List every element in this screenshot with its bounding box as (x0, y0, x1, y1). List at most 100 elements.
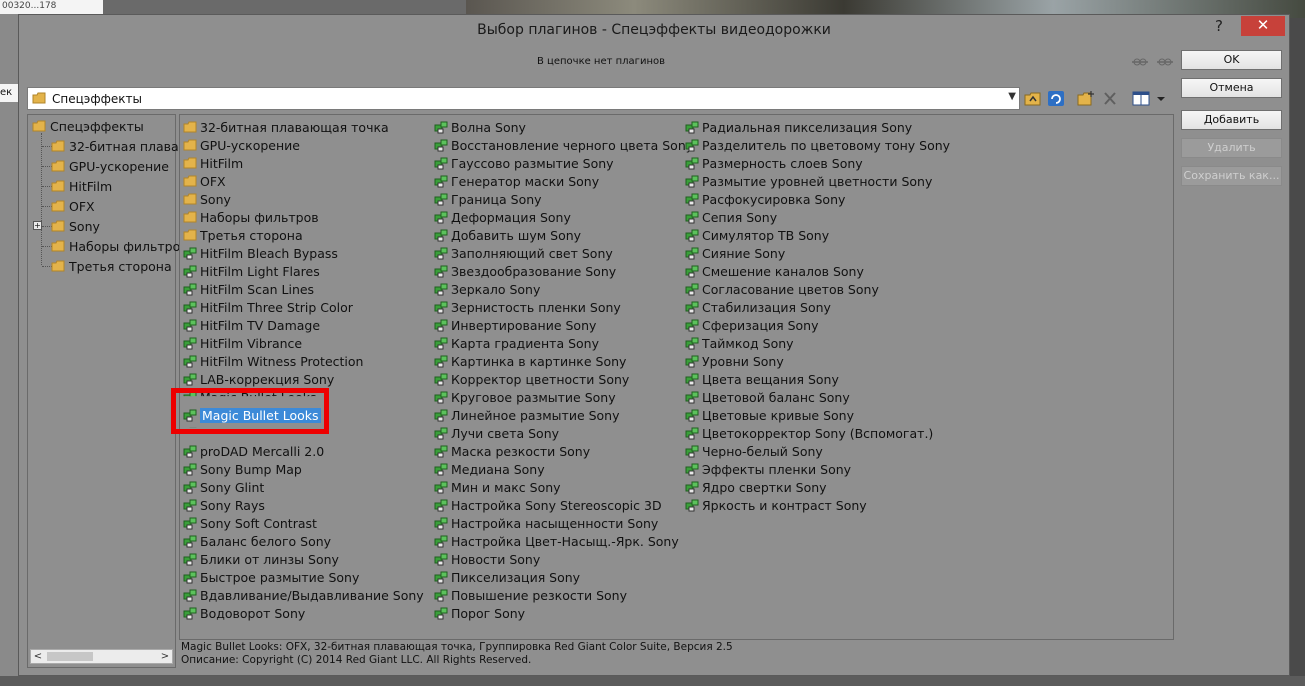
plugin-list-item[interactable]: Зеркало Sony (434, 280, 693, 298)
plugin-list-item[interactable]: Баланс белого Sony (183, 532, 424, 550)
plugin-list-item[interactable]: Размерность слоев Sony (685, 154, 950, 172)
plugin-list-item[interactable]: Повышение резкости Sony (434, 586, 693, 604)
plugin-list-item[interactable]: Размытие уровней цветности Sony (685, 172, 950, 190)
add-button[interactable]: Добавить (1181, 110, 1282, 130)
tree-item-filter-packs[interactable]: Наборы фильтров (51, 237, 188, 255)
plugin-list-item[interactable]: Зернистость пленки Sony (434, 298, 693, 316)
plugin-list-item[interactable]: Гауссово размытие Sony (434, 154, 693, 172)
plugin-list-item[interactable]: Настройка Sony Stereoscopic 3D (434, 496, 693, 514)
plugin-list-item[interactable]: Граница Sony (434, 190, 693, 208)
plugin-list-item[interactable]: HitFilm Vibrance (183, 334, 424, 352)
plugin-list-item[interactable]: Настройка Цвет-Насыщ.-Ярк. Sony (434, 532, 693, 550)
folder-list-item[interactable]: Sony (183, 190, 424, 208)
tree-item-gpu[interactable]: GPU-ускорение (51, 157, 169, 175)
folder-path-combobox[interactable]: Спецэффекты ▼ (27, 87, 1020, 110)
chain-move-left-icon[interactable] (1131, 55, 1149, 69)
folder-list-item[interactable]: HitFilm (183, 154, 424, 172)
plugin-list-item[interactable]: Карта градиента Sony (434, 334, 693, 352)
scrollbar-thumb[interactable] (47, 652, 93, 661)
plugin-list-item[interactable]: Яркость и контраст Sony (685, 496, 950, 514)
folder-list-item[interactable]: 32-битная плавающая точка (183, 118, 424, 136)
view-mode-icon[interactable] (1132, 90, 1150, 107)
plugin-list-item[interactable]: Симулятор ТВ Sony (685, 226, 950, 244)
plugin-list-item[interactable]: Линейное размытие Sony (434, 406, 693, 424)
plugin-list-item[interactable]: Вдавливание/Выдавливание Sony (183, 586, 424, 604)
new-folder-icon[interactable] (1077, 90, 1095, 107)
plugin-list-item[interactable]: Порог Sony (434, 604, 693, 622)
plugin-list-item[interactable]: Уровни Sony (685, 352, 950, 370)
tree-item-root[interactable]: Спецэффекты (32, 117, 144, 135)
folder-list-item[interactable]: GPU-ускорение (183, 136, 424, 154)
folder-list-item[interactable]: Третья сторона (183, 226, 424, 244)
plugin-list-item[interactable]: Восстановление черного цвета Sony (434, 136, 693, 154)
plugin-list-item[interactable]: LAB-коррекция Sony (183, 370, 424, 388)
plugin-list-item[interactable]: HitFilm Witness Protection (183, 352, 424, 370)
dialog-titlebar[interactable]: Выбор плагинов - Спецэффекты видеодорожк… (19, 15, 1289, 45)
plugin-list-item[interactable]: Sony Glint (183, 478, 424, 496)
plugin-list-item[interactable]: Круговое размытие Sony (434, 388, 693, 406)
plugin-list-item[interactable]: Деформация Sony (434, 208, 693, 226)
plugin-list-item[interactable]: Маска резкости Sony (434, 442, 693, 460)
plugin-list-item[interactable]: Таймкод Sony (685, 334, 950, 352)
plugin-list-item[interactable]: Пикселизация Sony (434, 568, 693, 586)
chevron-down-icon[interactable]: ▼ (1008, 91, 1016, 102)
plugin-list-item[interactable]: Инвертирование Sony (434, 316, 693, 334)
plugin-list-item[interactable]: Ядро свертки Sony (685, 478, 950, 496)
tree-item-ofx[interactable]: OFX (51, 197, 95, 215)
plugin-list-item[interactable]: HitFilm Light Flares (183, 262, 424, 280)
folder-list-item[interactable]: Наборы фильтров (183, 208, 424, 226)
plugin-list-item[interactable]: Sony Soft Contrast (183, 514, 424, 532)
plugin-list-item[interactable]: Корректор цветности Sony (434, 370, 693, 388)
plugin-list-item[interactable]: Генератор маски Sony (434, 172, 693, 190)
scroll-right-icon[interactable]: > (158, 650, 172, 663)
folder-up-icon[interactable] (1024, 90, 1042, 107)
close-button[interactable]: ✕ (1241, 16, 1285, 36)
save-as-button[interactable]: Сохранить как... (1181, 166, 1282, 186)
plugin-list-item[interactable]: Быстрое размытие Sony (183, 568, 424, 586)
plugin-list-item[interactable]: Водоворот Sony (183, 604, 424, 622)
plugin-list-item[interactable]: Блики от линзы Sony (183, 550, 424, 568)
plugin-list-item[interactable]: Sony Rays (183, 496, 424, 514)
view-mode-dropdown-icon[interactable] (1155, 90, 1167, 107)
remove-button[interactable]: Удалить (1181, 138, 1282, 158)
plugin-list-item[interactable]: Медиана Sony (434, 460, 693, 478)
plugin-list-item[interactable]: Разделитель по цветовому тону Sony (685, 136, 950, 154)
plugin-list-item[interactable]: HitFilm TV Damage (183, 316, 424, 334)
tree-item-sony[interactable]: Sony (51, 217, 100, 235)
plugin-list-item[interactable]: Сепия Sony (685, 208, 950, 226)
plugin-list-item[interactable]: Расфокусировка Sony (685, 190, 950, 208)
plugin-list-item[interactable]: Черно-белый Sony (685, 442, 950, 460)
plugin-list-item[interactable]: proDAD Mercalli 2.0 (183, 442, 424, 460)
tree-item-hitfilm[interactable]: HitFilm (51, 177, 112, 195)
expand-toggle-icon[interactable]: + (33, 221, 42, 230)
plugin-list-item[interactable]: Сферизация Sony (685, 316, 950, 334)
plugin-list-item[interactable]: Картинка в картинке Sony (434, 352, 693, 370)
cancel-button[interactable]: Отмена (1181, 78, 1282, 98)
tree-item-third-party[interactable]: Третья сторона (51, 257, 172, 275)
plugin-list-item[interactable]: Лучи света Sony (434, 424, 693, 442)
plugin-list-item[interactable]: Sony Bump Map (183, 460, 424, 478)
plugin-list-item[interactable]: Новости Sony (434, 550, 693, 568)
chain-move-right-icon[interactable] (1156, 55, 1174, 69)
plugin-list-item[interactable]: Смешение каналов Sony (685, 262, 950, 280)
plugin-list-item[interactable]: Согласование цветов Sony (685, 280, 950, 298)
plugin-list-item[interactable]: Цветокорректор Sony (Вспомогат.) (685, 424, 950, 442)
plugin-list-item[interactable]: Цвета вещания Sony (685, 370, 950, 388)
tree-horizontal-scrollbar[interactable]: < > (30, 649, 173, 664)
plugin-list-item[interactable]: Эффекты пленки Sony (685, 460, 950, 478)
scroll-left-icon[interactable]: < (31, 650, 45, 663)
plugin-list-item[interactable]: HitFilm Scan Lines (183, 280, 424, 298)
plugin-list-item[interactable]: Настройка насыщенности Sony (434, 514, 693, 532)
help-button[interactable]: ? (1209, 17, 1229, 37)
plugin-list-item[interactable]: Добавить шум Sony (434, 226, 693, 244)
plugin-list-item[interactable]: Мин и макс Sony (434, 478, 693, 496)
plugin-list-item[interactable]: Цветовые кривые Sony (685, 406, 950, 424)
plugin-list-item[interactable]: Заполняющий свет Sony (434, 244, 693, 262)
folder-list-item[interactable]: OFX (183, 172, 424, 190)
plugin-list-item[interactable]: Сияние Sony (685, 244, 950, 262)
plugin-list-item[interactable]: HitFilm Three Strip Color (183, 298, 424, 316)
plugin-list-item[interactable]: Цветовой баланс Sony (685, 388, 950, 406)
plugin-list-item[interactable]: Волна Sony (434, 118, 693, 136)
plugin-list-item[interactable]: HitFilm Bleach Bypass (183, 244, 424, 262)
ok-button[interactable]: OK (1181, 50, 1282, 70)
